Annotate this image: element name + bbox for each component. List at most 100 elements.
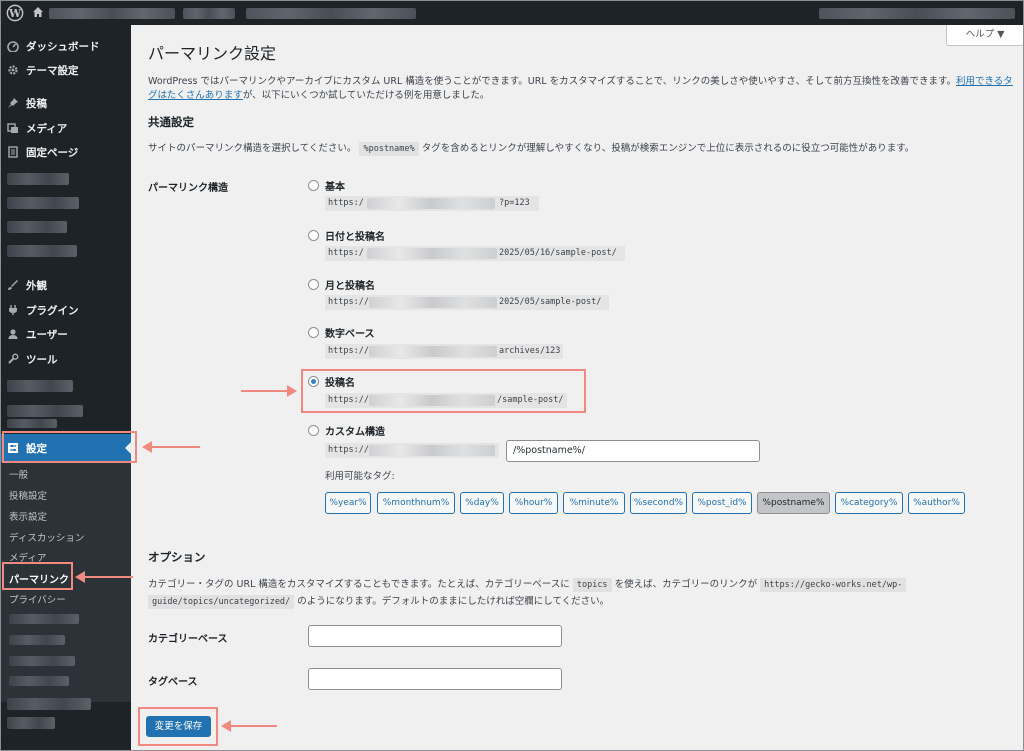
sidebar-item-label: プラグイン: [26, 305, 79, 317]
url-suffix: 2025/05/16/sample-post/: [499, 248, 617, 258]
sidebar-item-label: ツール: [26, 354, 58, 366]
topics-code: topics: [572, 578, 612, 592]
user-account-redacted[interactable]: [819, 8, 1015, 19]
tag-button-hour[interactable]: %hour%: [509, 492, 558, 514]
sidebar-item-redacted[interactable]: [7, 245, 77, 257]
intro-text: WordPress ではパーマリンクやアーカイブにカスタム URL 構造を使うこ…: [148, 75, 1013, 103]
sidebar-item-redacted[interactable]: [7, 380, 73, 392]
sidebar-item-redacted[interactable]: [7, 717, 55, 729]
url-suffix: ?p=123: [499, 198, 530, 208]
tag-button-post-id[interactable]: %post_id%: [692, 492, 752, 514]
radio-custom-structure[interactable]: [308, 425, 319, 436]
tag-button-postname[interactable]: %postname%: [757, 492, 830, 514]
wordpress-logo-icon[interactable]: W: [6, 4, 24, 22]
media-icon: [7, 123, 18, 133]
home-icon[interactable]: [32, 6, 44, 18]
option-label-plain[interactable]: 基本: [325, 178, 345, 193]
paintbrush-icon: [8, 280, 18, 290]
submenu-item-privacy[interactable]: プライバシー: [9, 592, 66, 606]
sidebar-item-tools[interactable]: ツール: [1, 347, 131, 371]
sidebar-item-redacted[interactable]: [7, 173, 69, 185]
tag-button-author[interactable]: %author%: [908, 492, 965, 514]
option-label-day-and-name[interactable]: 日付と投稿名: [325, 228, 385, 243]
submenu-item-redacted[interactable]: [9, 635, 65, 645]
url-example-plain: https:/ ?p=123: [325, 196, 539, 211]
example-url-code-1: https://gecko-works.net/wp-: [760, 578, 907, 592]
pushpin-icon: [8, 98, 18, 108]
sidebar-item-dashboard[interactable]: ダッシュボード: [1, 34, 131, 58]
sidebar-item-redacted[interactable]: [7, 197, 79, 209]
arrow-to-permalinks: [75, 571, 133, 583]
sidebar-item-redacted[interactable]: [7, 405, 83, 417]
url-example-numeric: https:// archives/123: [325, 344, 563, 359]
highlight-save-button: [138, 707, 218, 746]
plug-icon: [9, 305, 17, 315]
option-label-month-and-name[interactable]: 月と投稿名: [325, 277, 375, 292]
radio-numeric[interactable]: [308, 327, 319, 338]
tag-button-minute[interactable]: %minute%: [563, 492, 625, 514]
sidebar-item-posts[interactable]: 投稿: [1, 91, 131, 115]
available-tags-label: 利用可能なタグ:: [325, 471, 395, 482]
url-example-day-and-name: https:/ 2025/05/16/sample-post/: [325, 246, 625, 261]
highlight-permalinks-submenu: [2, 562, 73, 590]
sidebar-item-media[interactable]: メディア: [1, 116, 131, 140]
domain-redacted: [369, 297, 497, 308]
url-prefix: https:/: [328, 198, 364, 208]
option-label-numeric[interactable]: 数字ベース: [325, 325, 375, 340]
domain-redacted: [367, 198, 495, 209]
sidebar-item-redacted[interactable]: [7, 419, 57, 428]
options-heading: オプション: [148, 550, 206, 564]
sidebar-item-label: テーマ設定: [26, 65, 79, 77]
radio-plain[interactable]: [308, 180, 319, 191]
radio-month-and-name[interactable]: [308, 279, 319, 290]
category-base-input[interactable]: [308, 625, 562, 647]
tag-button-day[interactable]: %day%: [460, 492, 504, 514]
url-prefix: https://: [328, 297, 369, 307]
tag-button-year[interactable]: %year%: [325, 492, 371, 514]
submenu-item-writing[interactable]: 投稿設定: [9, 488, 47, 502]
permalink-structure-label: パーマリンク構造: [148, 183, 228, 194]
tag-button-monthnum[interactable]: %monthnum%: [377, 492, 455, 514]
tag-base-input[interactable]: [308, 668, 562, 690]
intro-text-main: WordPress ではパーマリンクやアーカイブにカスタム URL 構造を使うこ…: [148, 76, 956, 87]
sidebar-item-label: 投稿: [26, 98, 47, 110]
sidebar-item-appearance[interactable]: 外観: [1, 273, 131, 297]
site-name-redacted[interactable]: [49, 8, 175, 19]
common-settings-heading: 共通設定: [148, 115, 194, 129]
url-prefix: https://: [328, 346, 369, 356]
admin-sidebar: ダッシュボード テーマ設定 投稿 メディア 固定ページ 外観 プラグイン ユーザ…: [1, 25, 131, 750]
sidebar-item-redacted[interactable]: [7, 221, 67, 233]
options-description-line2: guide/topics/uncategorized/ のようになります。デフォ…: [148, 593, 609, 609]
submenu-item-redacted[interactable]: [9, 656, 75, 666]
adminbar-item-redacted[interactable]: [246, 8, 416, 19]
tag-button-second[interactable]: %second%: [630, 492, 687, 514]
adminbar-item-redacted[interactable]: [183, 8, 235, 19]
category-base-label: カテゴリーベース: [148, 634, 228, 645]
highlight-post-name-option: [301, 369, 586, 413]
radio-day-and-name[interactable]: [308, 230, 319, 241]
help-button[interactable]: ヘルプ ▼: [946, 25, 1023, 46]
user-icon: [8, 329, 18, 339]
submenu-item-reading[interactable]: 表示設定: [9, 509, 47, 523]
arrow-to-save-button: [221, 720, 277, 732]
desc-after: タグを含めるとリンクが理解しやすくなり、投稿が検索エンジンで上位に表示されるのに…: [421, 143, 915, 154]
arrow-to-settings: [142, 441, 200, 453]
sidebar-item-users[interactable]: ユーザー: [1, 322, 131, 346]
tag-button-category[interactable]: %category%: [835, 492, 903, 514]
option-label-custom-structure[interactable]: カスタム構造: [325, 423, 385, 438]
sidebar-item-theme-settings[interactable]: テーマ設定: [1, 58, 131, 82]
sidebar-item-redacted[interactable]: [7, 698, 91, 710]
page-title: パーマリンク設定: [148, 44, 277, 63]
url-prefix-custom: https://: [325, 443, 499, 458]
submenu-item-general[interactable]: 一般: [9, 467, 28, 481]
submenu-item-discussion[interactable]: ディスカッション: [9, 530, 84, 544]
submenu-item-redacted[interactable]: [9, 676, 69, 686]
sidebar-item-pages[interactable]: 固定ページ: [1, 140, 131, 164]
submenu-item-redacted[interactable]: [9, 614, 79, 624]
highlight-settings-menu: [2, 431, 137, 463]
options-desc-1: カテゴリー・タグの URL 構造をカスタマイズすることもできます。たとえば、カテ…: [148, 579, 570, 590]
url-suffix: 2025/05/sample-post/: [499, 297, 602, 307]
custom-structure-input[interactable]: /%postname%/: [506, 440, 760, 462]
sidebar-item-plugins[interactable]: プラグイン: [1, 298, 131, 322]
admin-bar: W: [1, 1, 1023, 25]
